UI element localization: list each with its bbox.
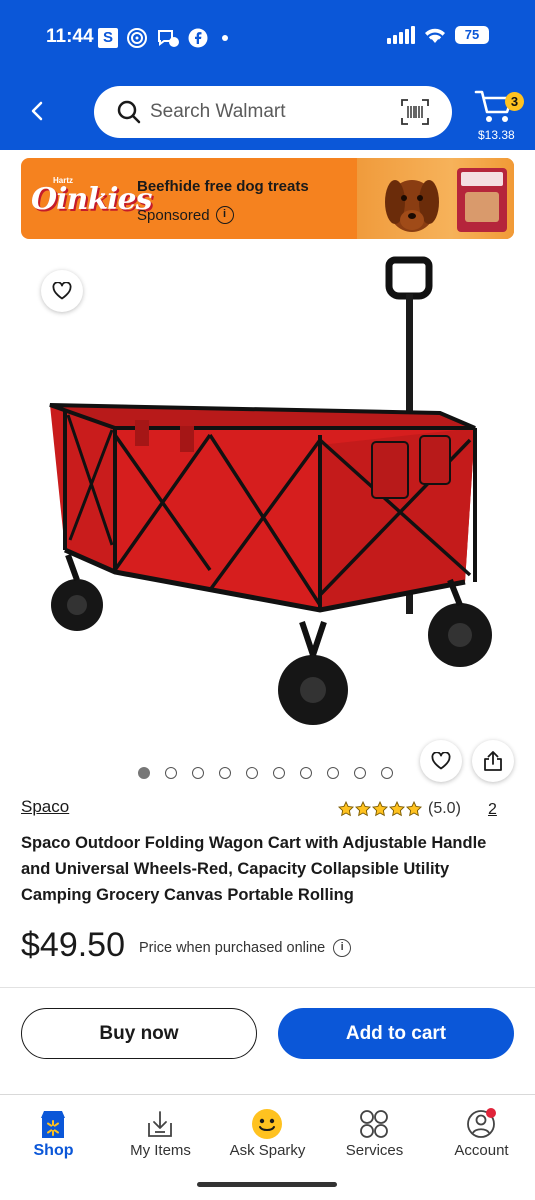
star-icon	[355, 801, 371, 817]
image-carousel-dots	[138, 767, 393, 779]
search-bar[interactable]	[94, 86, 452, 138]
carousel-dot[interactable]	[165, 767, 177, 779]
nav-label: Shop	[33, 1142, 74, 1159]
wifi-icon	[425, 28, 445, 43]
carousel-dot[interactable]	[273, 767, 285, 779]
product-title: Spaco Outdoor Folding Wagon Cart with Ad…	[21, 834, 487, 904]
rating-value: (5.0)	[428, 800, 461, 817]
favorite-button[interactable]	[420, 740, 462, 782]
sponsored-banner[interactable]: Hartz Oinkies Beefhide free dog treats S…	[21, 158, 514, 239]
nfc-icon	[127, 28, 147, 48]
messenger-icon	[158, 30, 179, 47]
notification-icons: S	[98, 27, 228, 49]
banner-title: Beefhide free dog treats	[137, 178, 309, 195]
price-note: Price when purchased online i	[139, 939, 352, 957]
info-icon[interactable]: i	[333, 939, 352, 957]
oinkies-logo-text: Oinkies	[31, 182, 152, 217]
wagon-cart-image	[49, 256, 492, 725]
share-button[interactable]	[472, 740, 514, 782]
product-price: $49.50	[21, 926, 125, 964]
star-icon	[338, 801, 354, 817]
star-icon	[389, 801, 405, 817]
star-icon	[372, 801, 388, 817]
star-rating	[338, 801, 422, 817]
app-header: 11:44 S 75 3 $13.38	[0, 0, 535, 150]
status-time: 11:44	[46, 26, 94, 47]
search-input[interactable]	[150, 96, 380, 128]
facebook-icon	[188, 28, 208, 48]
brand-link[interactable]: Spaco	[21, 797, 69, 817]
nav-label: Services	[345, 1142, 404, 1159]
nav-label: My Items	[130, 1142, 191, 1159]
nav-item-my-items[interactable]: My Items	[107, 1095, 214, 1175]
cart-count-badge: 3	[505, 92, 524, 111]
nav-label: Ask Sparky	[229, 1142, 306, 1159]
services-icon	[360, 1110, 388, 1138]
favorite-button-top[interactable]	[41, 270, 83, 312]
buy-now-button[interactable]: Buy now	[21, 1008, 257, 1059]
back-arrow-icon[interactable]	[24, 96, 52, 126]
home-indicator	[197, 1182, 337, 1187]
nav-item-ask-sparky[interactable]: Ask Sparky	[214, 1095, 321, 1175]
star-icon	[406, 801, 422, 817]
review-count-link[interactable]: 2	[488, 801, 497, 819]
nav-item-services[interactable]: Services	[321, 1095, 428, 1175]
carousel-dot[interactable]	[192, 767, 204, 779]
divider	[0, 987, 535, 988]
status-bar: 11:44 S 75	[0, 0, 535, 76]
info-icon[interactable]: i	[215, 206, 234, 224]
carousel-dot[interactable]	[138, 767, 150, 779]
search-icon	[117, 100, 141, 124]
cart-button[interactable]: 3 $13.38	[472, 86, 524, 146]
product-image[interactable]	[20, 250, 515, 750]
banner-dog-image	[357, 158, 514, 239]
cart-total: $13.38	[478, 128, 515, 142]
barcode-scan-icon[interactable]	[400, 98, 430, 126]
add-to-cart-button[interactable]: Add to cart	[278, 1008, 514, 1059]
shop-icon	[41, 1111, 65, 1138]
dachshund-image	[385, 168, 507, 232]
heart-icon	[52, 282, 72, 300]
sponsored-label: Sponsored	[137, 206, 210, 224]
sparky-icon	[252, 1109, 282, 1139]
battery-indicator: 75	[455, 26, 489, 44]
carousel-dot[interactable]	[327, 767, 339, 779]
carousel-dot[interactable]	[219, 767, 231, 779]
signal-icon	[387, 26, 415, 44]
price-note-text: Price when purchased online	[139, 940, 326, 956]
my-items-icon	[148, 1111, 172, 1137]
nav-item-shop[interactable]: Shop	[0, 1095, 107, 1175]
carousel-dot[interactable]	[246, 767, 258, 779]
share-icon	[484, 751, 502, 771]
system-icons: 75	[387, 26, 489, 44]
s-app-icon: S	[98, 28, 118, 48]
account-icon	[467, 1108, 496, 1138]
nav-label: Account	[454, 1142, 509, 1159]
nav-item-account[interactable]: Account	[428, 1095, 535, 1175]
carousel-dot[interactable]	[354, 767, 366, 779]
rating[interactable]: (5.0)	[338, 800, 461, 818]
sponsored-label-row: Sponsored i	[137, 206, 234, 224]
more-notifications-dot	[222, 35, 228, 41]
heart-icon	[431, 752, 451, 770]
oinkies-logo: Hartz Oinkies	[31, 176, 152, 222]
carousel-dot[interactable]	[300, 767, 312, 779]
carousel-dot[interactable]	[381, 767, 393, 779]
